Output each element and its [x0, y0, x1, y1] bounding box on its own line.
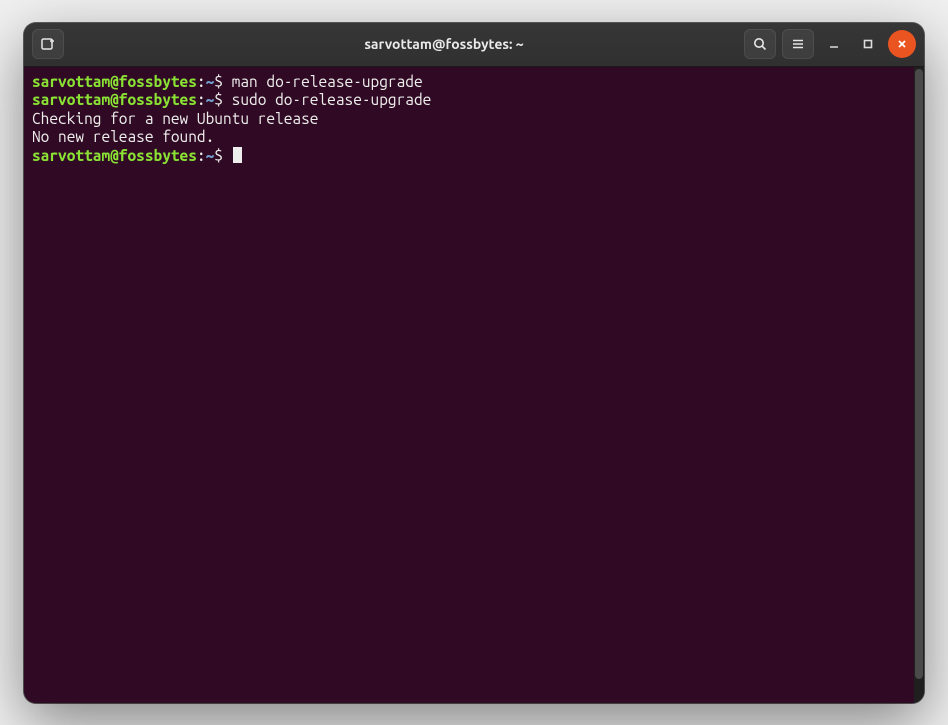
- prompt-path: ~: [206, 73, 215, 90]
- prompt-path: ~: [206, 147, 215, 164]
- prompt-separator: :: [197, 73, 206, 90]
- menu-icon: [790, 36, 806, 52]
- output-text: No new release found.: [32, 128, 214, 145]
- prompt-user-host: sarvottam@fossbytes: [32, 147, 197, 164]
- prompt-separator: :: [197, 147, 206, 164]
- titlebar: sarvottam@fossbytes: ~: [24, 23, 924, 67]
- maximize-button[interactable]: [854, 30, 882, 58]
- terminal-line: sarvottam@fossbytes:~$ sudo do-release-u…: [32, 91, 906, 110]
- prompt-symbol: $: [214, 147, 231, 164]
- terminal-content[interactable]: sarvottam@fossbytes:~$ man do-release-up…: [24, 67, 914, 703]
- output-text: Checking for a new Ubuntu release: [32, 110, 318, 127]
- prompt-user-host: sarvottam@fossbytes: [32, 91, 197, 108]
- terminal-line: sarvottam@fossbytes:~$ man do-release-up…: [32, 73, 906, 92]
- window-title: sarvottam@fossbytes: ~: [182, 36, 706, 52]
- cursor: [233, 147, 242, 163]
- close-button[interactable]: [888, 30, 916, 58]
- new-tab-icon: [40, 36, 56, 52]
- terminal-window: sarvottam@fossbytes: ~: [24, 23, 924, 703]
- menu-button[interactable]: [782, 29, 814, 59]
- command-text: sudo do-release-upgrade: [232, 91, 432, 108]
- scrollbar-thumb[interactable]: [915, 69, 923, 680]
- prompt-symbol: $: [214, 73, 231, 90]
- close-icon: [896, 38, 908, 50]
- search-icon: [752, 36, 768, 52]
- command-text: man do-release-upgrade: [232, 73, 423, 90]
- minimize-icon: [828, 38, 840, 50]
- minimize-button[interactable]: [820, 30, 848, 58]
- prompt-separator: :: [197, 91, 206, 108]
- prompt-symbol: $: [214, 91, 231, 108]
- new-tab-button[interactable]: [32, 29, 64, 59]
- prompt-user-host: sarvottam@fossbytes: [32, 73, 197, 90]
- terminal-line: No new release found.: [32, 128, 906, 147]
- terminal-body[interactable]: sarvottam@fossbytes:~$ man do-release-up…: [24, 67, 924, 703]
- maximize-icon: [862, 38, 874, 50]
- search-button[interactable]: [744, 29, 776, 59]
- terminal-line: sarvottam@fossbytes:~$: [32, 147, 906, 166]
- terminal-line: Checking for a new Ubuntu release: [32, 110, 906, 129]
- prompt-path: ~: [206, 91, 215, 108]
- scrollbar[interactable]: [914, 67, 924, 703]
